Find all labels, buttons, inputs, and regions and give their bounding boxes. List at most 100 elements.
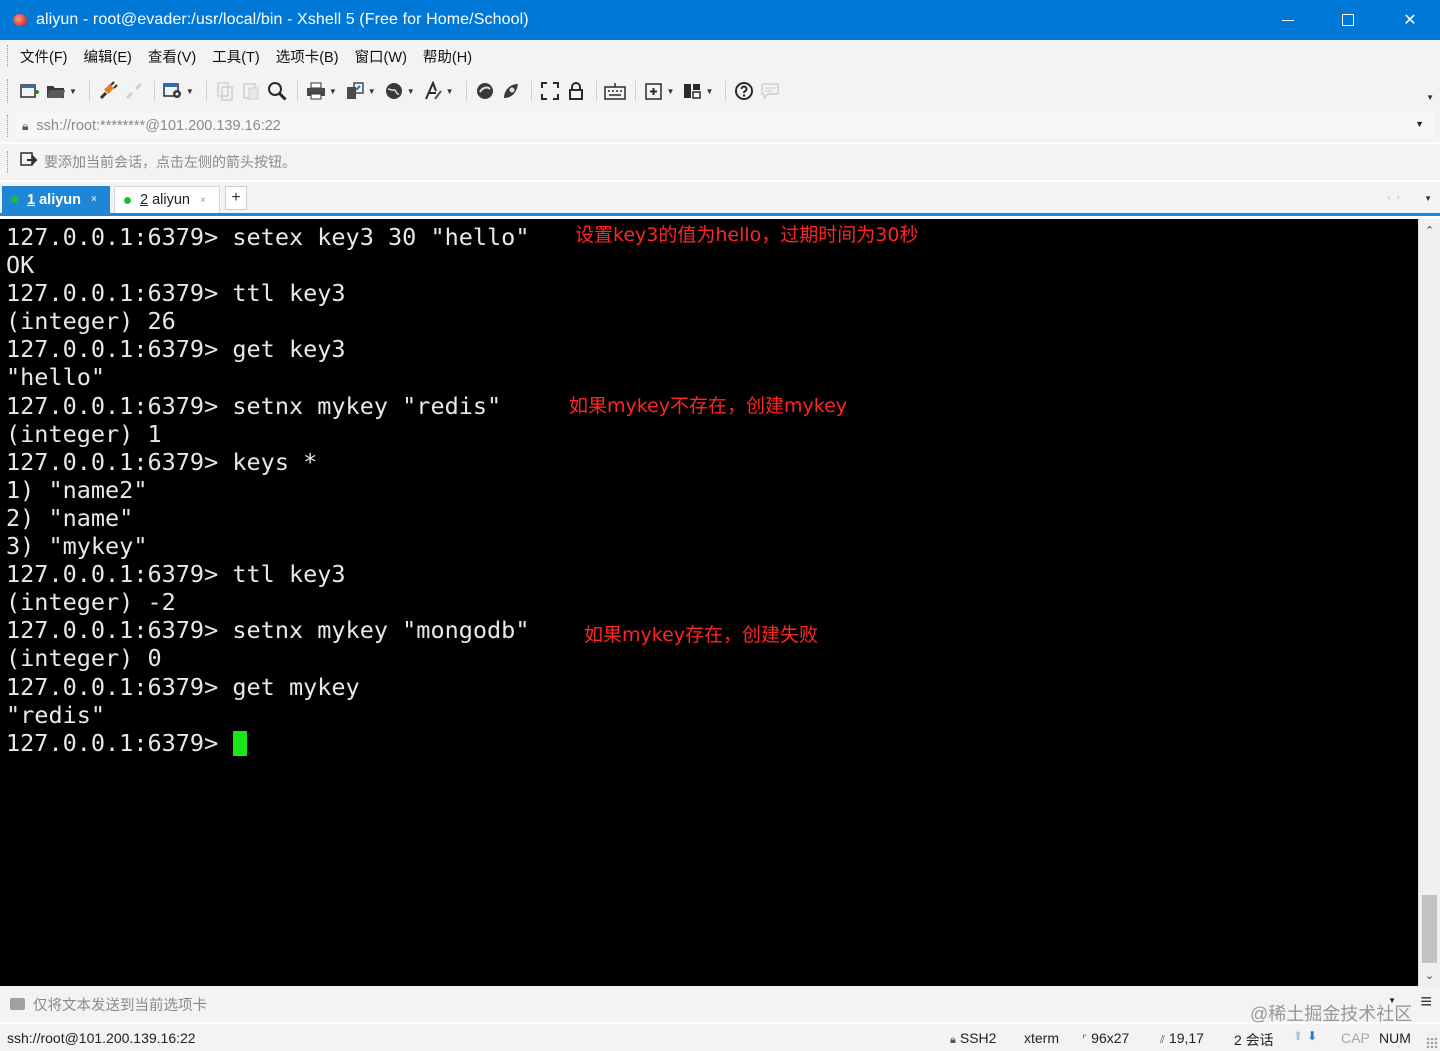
add-session-arrow-icon[interactable]	[20, 151, 38, 173]
compose-placeholder: 仅将文本发送到当前选项卡	[33, 997, 207, 1014]
status-size: ⌜ 96x27	[1082, 1030, 1129, 1046]
terminal-line: (integer) 26	[6, 307, 176, 336]
keyboard-button[interactable]	[603, 79, 627, 103]
title-bar[interactable]: aliyun - root@evader:/usr/local/bin - Xs…	[0, 0, 1440, 40]
open-dropdown-icon[interactable]: ▼	[69, 87, 77, 96]
add-tab-button[interactable]: +	[225, 186, 247, 210]
address-input[interactable]: 🔒︎ ssh://root:********@101.200.139.16:22…	[16, 113, 1434, 139]
close-button[interactable]: ✕	[1380, 0, 1440, 40]
xmanager-icon	[503, 84, 518, 98]
session-hint-text: 要添加当前会话，点击左侧的箭头按钮。	[44, 154, 296, 170]
hintbar-grip[interactable]	[7, 151, 10, 173]
terminal-line: 2) "name"	[6, 503, 134, 532]
compose-bar[interactable]: 仅将文本发送到当前选项卡 ▼ ≡	[0, 986, 1440, 1022]
annotation-setex: 设置key3的值为hello，过期时间为30秒	[575, 224, 919, 246]
toolbar-grip[interactable]	[7, 79, 10, 103]
toolbar-separator	[595, 81, 597, 101]
connect-button[interactable]	[96, 79, 120, 103]
menu-tools[interactable]: 工具(T)	[212, 46, 260, 67]
menu-edit[interactable]: 编辑(E)	[84, 46, 132, 67]
properties-dropdown-icon[interactable]: ▼	[186, 87, 194, 96]
properties-button[interactable]	[161, 79, 185, 103]
open-session-button[interactable]	[44, 79, 68, 103]
disconnect-button[interactable]	[122, 79, 146, 103]
tab-close-icon[interactable]: ×	[91, 194, 97, 205]
find-button[interactable]	[265, 79, 289, 103]
font-button[interactable]	[421, 79, 445, 103]
addressbar-grip[interactable]	[7, 115, 10, 137]
window-title: aliyun - root@evader:/usr/local/bin - Xs…	[36, 11, 529, 28]
print-button[interactable]	[304, 79, 328, 103]
terminal-line: 3) "mykey"	[6, 532, 148, 561]
watermark: @稀土掘金技术社区	[1250, 1004, 1413, 1024]
terminal-area[interactable]: 127.0.0.1:6379> setex key3 30 "hello" OK…	[0, 219, 1418, 986]
chat-icon	[761, 83, 780, 100]
layout-dropdown-icon[interactable]: ▼	[705, 87, 713, 96]
font-icon	[424, 81, 442, 100]
resize-icon: ⌜	[1082, 1034, 1088, 1046]
script-button[interactable]	[382, 79, 406, 103]
scroll-up-icon[interactable]: ⌃	[1419, 221, 1440, 239]
new-session-icon	[20, 84, 39, 98]
minimize-button[interactable]	[1258, 0, 1318, 40]
paste-button[interactable]	[239, 79, 263, 103]
print-icon	[306, 82, 325, 100]
address-bar: 🔒︎ ssh://root:********@101.200.139.16:22…	[0, 110, 1440, 142]
status-connection: ssh://root@101.200.139.16:22	[7, 1029, 196, 1046]
status-caps-lock: CAP	[1341, 1030, 1370, 1046]
help-button[interactable]	[732, 79, 756, 103]
menu-view[interactable]: 查看(V)	[148, 46, 196, 67]
menubar-grip[interactable]	[7, 45, 10, 67]
new-tab-dropdown-icon[interactable]: ▼	[667, 87, 675, 96]
menu-tab[interactable]: 选项卡(B)	[276, 46, 339, 67]
toolbar-separator	[296, 81, 298, 101]
print-dropdown-icon[interactable]: ▼	[329, 87, 337, 96]
new-tab-button[interactable]	[642, 79, 666, 103]
resize-grip-icon[interactable]	[1426, 1037, 1438, 1049]
menu-file[interactable]: 文件(F)	[20, 46, 68, 67]
folder-icon	[47, 86, 65, 98]
tab-close-icon[interactable]: ×	[200, 195, 206, 206]
terminal-line: 1) "name2"	[6, 475, 148, 504]
connected-status-icon	[11, 196, 18, 203]
script-dropdown-icon[interactable]: ▼	[407, 87, 415, 96]
scrollbar-thumb[interactable]	[1422, 895, 1437, 963]
copy-icon	[217, 82, 233, 101]
tab-aliyun-2[interactable]: 2 aliyun ×	[114, 186, 220, 213]
terminal-scrollbar[interactable]: ⌃ ⌄	[1418, 219, 1440, 986]
copy-button[interactable]	[213, 79, 237, 103]
terminal-line: 127.0.0.1:6379> setnx mykey "mongodb"	[6, 616, 530, 645]
scroll-down-icon[interactable]: ⌄	[1419, 966, 1440, 984]
tab-list-dropdown-icon[interactable]: ▼	[1424, 194, 1432, 203]
fullscreen-button[interactable]	[538, 79, 562, 103]
tab-aliyun-1[interactable]: 1 aliyun ×	[2, 186, 110, 213]
address-dropdown-icon[interactable]: ▼	[1415, 119, 1424, 129]
plus-icon: +	[231, 189, 241, 206]
compose-menu-icon[interactable]: ≡	[1420, 991, 1432, 1014]
fullscreen-icon	[540, 82, 559, 100]
xftp-button[interactable]	[473, 79, 497, 103]
terminal-line: (integer) -2	[6, 588, 176, 617]
status-protocol-label: SSH2	[959, 1030, 997, 1046]
keyboard-icon	[603, 83, 626, 100]
status-protocol: 🔒︎ SSH2	[950, 1030, 996, 1047]
terminal-line: 127.0.0.1:6379> setex key3 30 "hello"	[6, 223, 530, 251]
menu-help[interactable]: 帮助(H)	[423, 46, 472, 67]
status-sessions: 2 会话	[1234, 1032, 1274, 1048]
transfer-button[interactable]	[343, 79, 367, 103]
layout-button[interactable]	[680, 79, 704, 103]
transfer-dropdown-icon[interactable]: ▼	[368, 87, 376, 96]
keyboard-send-icon	[10, 998, 25, 1010]
terminal-line: 127.0.0.1:6379> ttl key3	[6, 279, 346, 308]
lock-button[interactable]	[564, 79, 588, 103]
terminal-line: "redis"	[6, 700, 106, 729]
tab-label: aliyun	[39, 191, 82, 208]
maximize-button[interactable]	[1318, 0, 1378, 40]
toolbar-overflow-icon[interactable]: ▼	[1426, 93, 1434, 102]
new-session-button[interactable]	[18, 79, 42, 103]
menu-window[interactable]: 窗口(W)	[355, 46, 407, 67]
tab-scroll-arrows-icon[interactable]: ‹›	[1387, 192, 1406, 203]
chat-button[interactable]	[758, 79, 782, 103]
font-dropdown-icon[interactable]: ▼	[446, 87, 454, 96]
xmanager-button[interactable]	[499, 79, 523, 103]
